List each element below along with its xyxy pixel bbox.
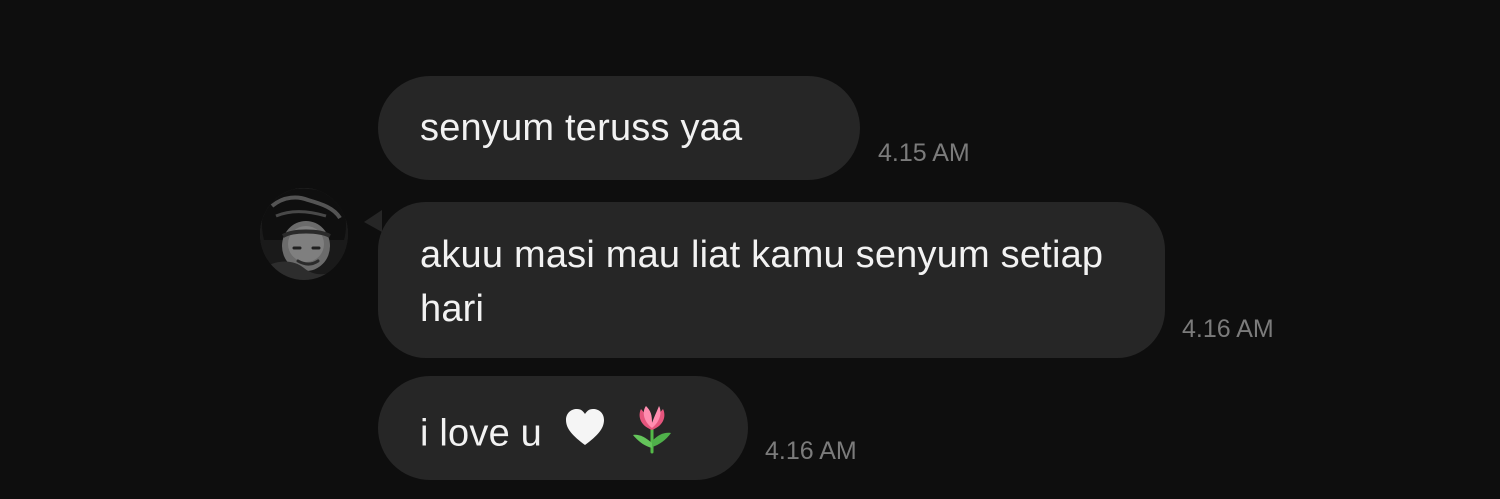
message-text: akuu masi mau liat kamu senyum setiap ha…	[420, 234, 1104, 330]
message-bubble[interactable]: i love u	[378, 376, 748, 480]
message-text: i love u	[420, 412, 543, 455]
white-heart-icon	[563, 406, 607, 465]
message-line: i love u	[420, 401, 706, 470]
message-timestamp: 4.16 AM	[1182, 315, 1274, 343]
tulip-icon	[628, 401, 676, 470]
message-bubble[interactable]: senyum teruss yaa	[378, 76, 860, 180]
avatar[interactable]	[260, 188, 348, 280]
message-timestamp: 4.16 AM	[765, 437, 857, 465]
message-text: senyum teruss yaa	[420, 107, 743, 149]
message-bubble[interactable]: akuu masi mau liat kamu senyum setiap ha…	[364, 202, 1165, 358]
message-timestamp: 4.15 AM	[878, 139, 970, 167]
profile-photo-icon	[260, 188, 348, 280]
chat-thread: senyum teruss yaa 4.15 AM akuu masi mau …	[0, 0, 1500, 499]
